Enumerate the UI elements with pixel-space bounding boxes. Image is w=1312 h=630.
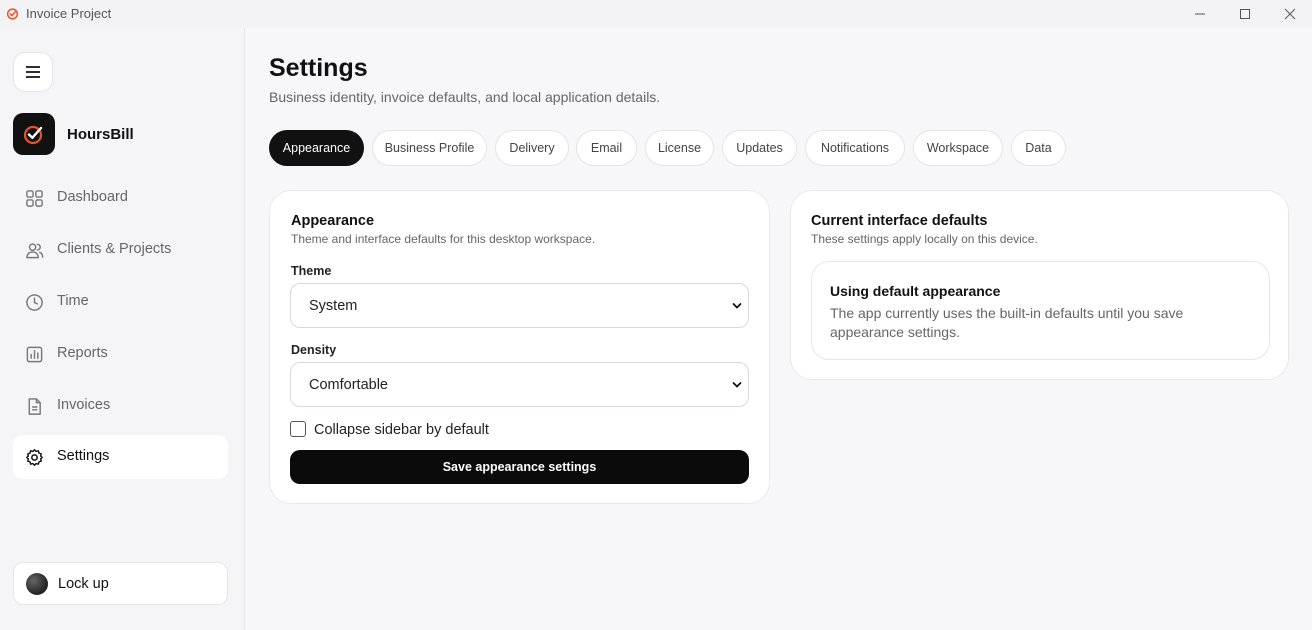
tab-license[interactable]: License (645, 130, 714, 166)
minimize-button[interactable] (1177, 0, 1223, 28)
default-appearance-title: Using default appearance (830, 283, 1001, 299)
tab-delivery[interactable]: Delivery (495, 130, 569, 166)
save-appearance-button[interactable]: Save appearance settings (290, 450, 749, 484)
clock-check-logo-icon (23, 125, 43, 145)
sidebar-item-label: Invoices (57, 397, 111, 413)
sidebar: HoursBill Dashboard Clients & Projects T… (0, 28, 245, 630)
chevron-down-icon (732, 382, 742, 388)
avatar (26, 573, 48, 595)
default-appearance-box: Using default appearance The app current… (811, 261, 1270, 360)
sidebar-item-dashboard[interactable]: Dashboard (13, 176, 228, 220)
sidebar-item-clients-projects[interactable]: Clients & Projects (13, 228, 228, 272)
interface-defaults-subtitle: These settings apply locally on this dev… (811, 232, 1038, 246)
lock-up-label: Lock up (58, 576, 109, 592)
maximize-icon (1240, 9, 1250, 19)
app-icon (6, 8, 19, 20)
bar-chart-icon (26, 346, 43, 363)
tab-data[interactable]: Data (1011, 130, 1066, 166)
lock-up-button[interactable]: Lock up (13, 562, 228, 605)
tab-notifications[interactable]: Notifications (805, 130, 905, 166)
page-title: Settings (269, 54, 368, 82)
density-select-value: Comfortable (309, 377, 388, 393)
hamburger-menu-icon (26, 66, 40, 78)
sidebar-item-settings[interactable]: Settings (13, 435, 228, 479)
document-icon (28, 398, 41, 415)
sidebar-item-reports[interactable]: Reports (13, 332, 228, 376)
close-button[interactable] (1267, 0, 1312, 28)
collapse-sidebar-label: Collapse sidebar by default (314, 422, 489, 438)
interface-defaults-card: Current interface defaults These setting… (790, 190, 1289, 380)
sidebar-item-label: Time (57, 293, 89, 309)
minimize-icon (1195, 13, 1205, 15)
tab-business-profile[interactable]: Business Profile (372, 130, 487, 166)
sidebar-item-time[interactable]: Time (13, 280, 228, 324)
grid-icon (26, 190, 43, 207)
sidebar-item-label: Reports (57, 345, 108, 361)
page-subtitle: Business identity, invoice defaults, and… (269, 89, 661, 105)
brand-logo (13, 113, 55, 155)
users-icon (26, 243, 44, 259)
theme-select[interactable]: System (290, 283, 749, 328)
tab-workspace[interactable]: Workspace (913, 130, 1003, 166)
tab-email[interactable]: Email (576, 130, 637, 166)
clock-icon (26, 294, 43, 311)
sidebar-item-label: Dashboard (57, 189, 128, 205)
density-label: Density (291, 343, 337, 357)
appearance-card-title: Appearance (291, 213, 375, 229)
theme-select-value: System (309, 298, 358, 314)
default-appearance-text: The app currently uses the built-in defa… (830, 305, 1184, 340)
window-titlebar: Invoice Project (0, 0, 1312, 28)
theme-label: Theme (291, 264, 332, 278)
collapse-sidebar-checkbox[interactable] (290, 421, 306, 437)
appearance-card: Appearance Theme and interface defaults … (269, 190, 770, 504)
sidebar-item-invoices[interactable]: Invoices (13, 384, 228, 428)
gear-icon (25, 448, 44, 467)
maximize-button[interactable] (1222, 0, 1268, 28)
close-icon (1284, 8, 1296, 20)
brand-name: HoursBill (67, 126, 134, 143)
sidebar-item-label: Clients & Projects (57, 241, 172, 257)
tab-updates[interactable]: Updates (722, 130, 797, 166)
sidebar-toggle-button[interactable] (13, 52, 53, 92)
chevron-down-icon (732, 303, 742, 309)
sidebar-item-label: Settings (57, 448, 110, 464)
density-select[interactable]: Comfortable (290, 362, 749, 407)
window-title: Invoice Project (26, 6, 112, 21)
interface-defaults-title: Current interface defaults (811, 213, 988, 229)
main-content: Settings Business identity, invoice defa… (245, 28, 1312, 630)
tab-appearance[interactable]: Appearance (269, 130, 364, 166)
appearance-card-subtitle: Theme and interface defaults for this de… (291, 232, 596, 246)
